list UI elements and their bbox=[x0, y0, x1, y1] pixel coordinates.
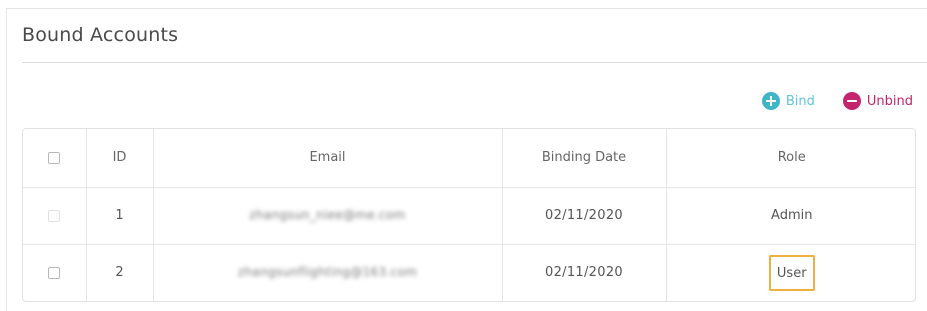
row-select-cell bbox=[23, 187, 87, 245]
unbind-button[interactable]: Unbind bbox=[842, 92, 913, 110]
header-role: Role bbox=[666, 129, 915, 188]
header-select-all[interactable] bbox=[23, 129, 87, 188]
unbind-button-label: Unbind bbox=[866, 93, 913, 109]
title-divider bbox=[22, 62, 927, 63]
table-row[interactable]: 1 zhangsun_niee@me.com 02/11/2020 Admin bbox=[23, 187, 915, 245]
row-role-cell: User bbox=[666, 244, 915, 301]
header-email: Email bbox=[153, 129, 503, 188]
bind-button-label: Bind bbox=[785, 93, 815, 109]
section-title: Bound Accounts bbox=[22, 24, 179, 46]
row-email-cell: zhangsunflighting@163.com bbox=[153, 244, 503, 301]
minus-icon bbox=[842, 92, 861, 110]
table-header-row: ID Email Binding Date Role bbox=[23, 129, 915, 188]
header-id: ID bbox=[86, 129, 154, 188]
table-toolbar: Bind Unbind bbox=[761, 90, 913, 112]
row-role: Admin bbox=[666, 187, 915, 245]
plus-icon bbox=[761, 92, 780, 110]
row-email-cell: zhangsun_niee@me.com bbox=[153, 187, 503, 245]
row-id: 1 bbox=[86, 187, 154, 245]
row-checkbox bbox=[48, 209, 61, 222]
row-binding-date: 02/11/2020 bbox=[502, 187, 667, 245]
role-edit-field[interactable]: User bbox=[768, 254, 815, 291]
row-id: 2 bbox=[86, 244, 154, 301]
row-checkbox[interactable] bbox=[48, 266, 61, 279]
row-select-cell bbox=[23, 244, 87, 301]
bound-accounts-table: ID Email Binding Date Role 1 zhangsun_ni… bbox=[22, 128, 916, 302]
row-binding-date: 02/11/2020 bbox=[502, 244, 667, 301]
header-binding-date: Binding Date bbox=[502, 129, 667, 188]
row-email: zhangsunflighting@163.com bbox=[237, 265, 418, 280]
table-row[interactable]: 2 zhangsunflighting@163.com 02/11/2020 U… bbox=[23, 244, 915, 301]
bind-button[interactable]: Bind bbox=[761, 92, 815, 110]
select-all-checkbox[interactable] bbox=[48, 151, 61, 164]
row-email: zhangsun_niee@me.com bbox=[249, 208, 406, 222]
